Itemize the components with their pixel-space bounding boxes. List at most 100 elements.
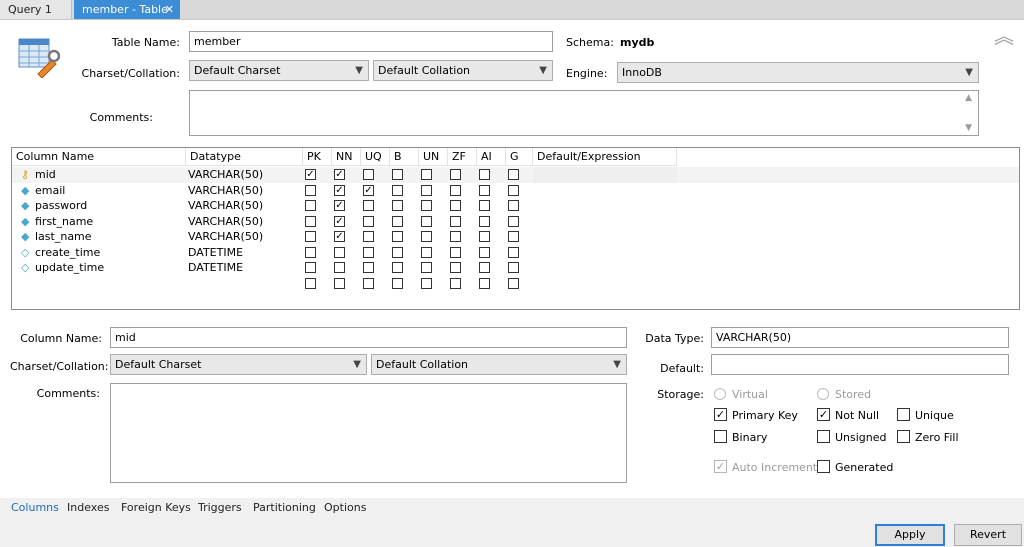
column-charset-select[interactable]: Default Charset ▼: [110, 354, 367, 375]
column-name-cell[interactable]: email: [35, 183, 65, 199]
table-row[interactable]: ⚷ mid VARCHAR(50) ✓ ✓: [12, 167, 1019, 183]
b-checkbox[interactable]: [392, 200, 403, 211]
pk-checkbox[interactable]: [305, 277, 316, 289]
tab-columns[interactable]: Columns: [11, 498, 59, 517]
ai-checkbox[interactable]: [479, 169, 490, 180]
datatype-cell[interactable]: VARCHAR(50): [188, 183, 263, 199]
ai-checkbox[interactable]: [479, 262, 490, 273]
nn-checkbox[interactable]: ✓: [334, 169, 345, 180]
g-checkbox[interactable]: [508, 262, 519, 273]
zf-checkbox[interactable]: [450, 231, 461, 242]
table-row[interactable]: ◇ update_time DATETIME: [12, 260, 1019, 276]
tab-options[interactable]: Options: [324, 498, 366, 517]
charset-select[interactable]: Default Charset ▼: [189, 60, 369, 81]
pk-checkbox[interactable]: [305, 184, 316, 196]
auto-increment-checkbox[interactable]: ✓: [714, 460, 727, 473]
column-name-cell[interactable]: update_time: [35, 260, 104, 276]
nn-checkbox[interactable]: ✓: [334, 200, 345, 211]
un-checkbox[interactable]: [421, 184, 432, 196]
data-type-input[interactable]: VARCHAR(50): [711, 327, 1009, 348]
zf-checkbox[interactable]: [450, 184, 461, 196]
default-input[interactable]: [711, 354, 1009, 375]
scroll-down-icon[interactable]: ▼: [965, 123, 972, 133]
nn-checkbox[interactable]: [334, 262, 345, 273]
scroll-up-icon[interactable]: ▲: [965, 93, 972, 103]
g-checkbox[interactable]: [508, 246, 519, 258]
g-checkbox[interactable]: [508, 184, 519, 196]
un-checkbox[interactable]: [421, 231, 432, 242]
ai-checkbox[interactable]: [479, 215, 490, 227]
uq-checkbox[interactable]: [363, 231, 374, 242]
b-checkbox[interactable]: [392, 277, 403, 289]
un-checkbox[interactable]: [421, 262, 432, 273]
b-checkbox[interactable]: [392, 169, 403, 180]
zf-checkbox[interactable]: [450, 169, 461, 180]
unsigned-checkbox[interactable]: [817, 430, 830, 443]
g-checkbox[interactable]: [508, 200, 519, 211]
g-checkbox[interactable]: [508, 215, 519, 227]
datatype-cell[interactable]: DATETIME: [188, 245, 243, 261]
column-name-cell[interactable]: first_name: [35, 214, 93, 230]
uq-checkbox[interactable]: [363, 277, 374, 289]
pk-checkbox[interactable]: [305, 215, 316, 227]
column-name-cell[interactable]: password: [35, 198, 87, 214]
un-checkbox[interactable]: [421, 169, 432, 180]
un-checkbox[interactable]: [421, 277, 432, 289]
zf-checkbox[interactable]: [450, 277, 461, 289]
column-header-b[interactable]: B: [390, 148, 419, 166]
uq-checkbox[interactable]: [363, 215, 374, 227]
zf-checkbox[interactable]: [450, 246, 461, 258]
column-name-cell[interactable]: mid: [35, 167, 56, 183]
datatype-cell[interactable]: VARCHAR(50): [188, 214, 263, 230]
engine-select[interactable]: InnoDB ▼: [617, 62, 979, 83]
apply-button[interactable]: Apply: [875, 524, 945, 546]
pk-checkbox[interactable]: [305, 200, 316, 211]
nn-checkbox[interactable]: ✓: [334, 184, 345, 196]
datatype-cell[interactable]: VARCHAR(50): [188, 167, 263, 183]
collapse-up-icon[interactable]: ︽: [994, 26, 1014, 46]
datatype-cell[interactable]: VARCHAR(50): [188, 229, 263, 245]
b-checkbox[interactable]: [392, 231, 403, 242]
column-header-nn[interactable]: NN: [332, 148, 361, 166]
primary-key-checkbox[interactable]: ✓: [714, 408, 727, 421]
b-checkbox[interactable]: [392, 215, 403, 227]
ai-checkbox[interactable]: [479, 246, 490, 258]
nn-checkbox[interactable]: ✓: [334, 215, 345, 227]
table-name-input[interactable]: member: [189, 31, 553, 52]
zf-checkbox[interactable]: [450, 262, 461, 273]
default-expression-cell[interactable]: [533, 167, 677, 183]
columns-grid[interactable]: Column Name Datatype PK NN UQ B UN ZF AI…: [11, 147, 1020, 310]
column-name-input[interactable]: mid: [110, 327, 627, 348]
table-row[interactable]: ◆ email VARCHAR(50) ✓ ✓: [12, 183, 1019, 199]
column-header-default[interactable]: Default/Expression: [533, 148, 677, 166]
pk-checkbox[interactable]: [305, 246, 316, 258]
table-row[interactable]: ◆ last_name VARCHAR(50) ✓: [12, 229, 1019, 245]
b-checkbox[interactable]: [392, 184, 403, 196]
table-row[interactable]: ◆ password VARCHAR(50) ✓: [12, 198, 1019, 214]
uq-checkbox[interactable]: [363, 200, 374, 211]
tab-indexes[interactable]: Indexes: [67, 498, 109, 517]
un-checkbox[interactable]: [421, 215, 432, 227]
table-row[interactable]: ◆ first_name VARCHAR(50) ✓: [12, 214, 1019, 230]
column-header-g[interactable]: G: [506, 148, 533, 166]
column-collation-select[interactable]: Default Collation ▼: [371, 354, 627, 375]
column-header-datatype[interactable]: Datatype: [186, 148, 303, 166]
nn-checkbox[interactable]: ✓: [334, 231, 345, 242]
un-checkbox[interactable]: [421, 246, 432, 258]
tab-triggers[interactable]: Triggers: [198, 498, 242, 517]
revert-button[interactable]: Revert: [954, 524, 1022, 546]
datatype-cell[interactable]: VARCHAR(50): [188, 198, 263, 214]
column-header-uq[interactable]: UQ: [361, 148, 390, 166]
column-comments-textarea[interactable]: [110, 383, 627, 483]
pk-checkbox[interactable]: [305, 231, 316, 242]
close-icon[interactable]: ✕: [165, 0, 174, 19]
tab-query-1[interactable]: Query 1: [0, 0, 72, 19]
uq-checkbox[interactable]: [363, 169, 374, 180]
column-name-cell[interactable]: last_name: [35, 229, 92, 245]
table-row[interactable]: [12, 276, 1019, 292]
b-checkbox[interactable]: [392, 262, 403, 273]
pk-checkbox[interactable]: [305, 262, 316, 273]
ai-checkbox[interactable]: [479, 277, 490, 289]
tab-partitioning[interactable]: Partitioning: [253, 498, 316, 517]
storage-stored-radio[interactable]: [817, 388, 829, 400]
